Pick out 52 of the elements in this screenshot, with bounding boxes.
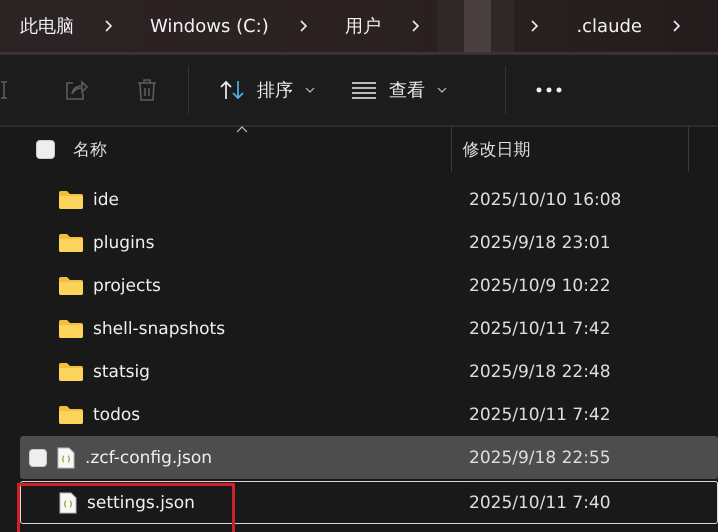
chevron-right-icon[interactable] (298, 19, 308, 33)
folder-icon (59, 320, 83, 338)
file-row[interactable]: plugins 2025/9/18 23:01 (20, 221, 718, 264)
file-name: projects (93, 276, 161, 296)
file-name: .zcf-config.json (85, 448, 212, 468)
chevron-right-icon[interactable] (410, 19, 420, 33)
folder-icon (59, 276, 83, 294)
date-cell: 2025/10/11 7:42 (469, 318, 611, 338)
folder-icon (59, 406, 83, 424)
column-header[interactable]: 名称 (73, 138, 107, 161)
lines-icon (351, 81, 377, 99)
date-cell: 2025/10/10 16:08 (469, 190, 622, 210)
file-row[interactable]: settings.json 2025/10/11 7:40 (20, 481, 718, 524)
date-cell: 2025/10/11 7:40 (469, 492, 611, 512)
file-name: shell-snapshots (93, 318, 226, 338)
column-header[interactable]: 修改日期 (462, 138, 530, 161)
folder-icon (59, 190, 83, 208)
breadcrumb-item[interactable]: 用户 (344, 14, 381, 38)
sort-icon (219, 79, 245, 101)
date-cell: 2025/9/18 23:01 (469, 232, 611, 252)
file-row[interactable]: statsig 2025/9/18 22:48 (20, 350, 718, 393)
breadcrumb-item[interactable]: Windows (C:) (150, 16, 269, 36)
chevron-right-icon[interactable] (104, 19, 113, 33)
file-row[interactable]: projects 2025/10/9 10:22 (20, 264, 718, 307)
folder-icon (59, 362, 83, 380)
date-cell: 2025/10/9 10:22 (469, 276, 611, 296)
file-row[interactable]: .zcf-config.json 2025/9/18 22:55 (20, 436, 718, 479)
caret-icon (305, 87, 315, 93)
folder-icon (59, 234, 83, 252)
file-row[interactable]: ide 2025/10/10 16:08 (20, 178, 718, 221)
file-name: plugins (93, 232, 154, 252)
breadcrumb-item[interactable]: .claude (576, 16, 642, 36)
select-all-checkbox[interactable] (36, 140, 55, 159)
chevron-right-icon[interactable] (530, 19, 540, 33)
file-name: statsig (93, 362, 150, 382)
row-checkbox[interactable] (29, 448, 47, 466)
file-row[interactable]: todos 2025/10/11 7:42 (20, 393, 718, 436)
file-name: todos (93, 404, 140, 424)
sort-button[interactable]: 排序 (211, 72, 323, 108)
chevron-right-icon[interactable] (672, 19, 681, 33)
view-button[interactable]: 查看 (343, 72, 455, 108)
date-cell: 2025/9/18 22:48 (469, 362, 611, 382)
json-file-icon (59, 492, 77, 514)
more-icon[interactable] (536, 87, 562, 93)
caret-icon (437, 87, 447, 93)
file-name: ide (93, 190, 119, 210)
date-cell: 2025/10/11 7:42 (469, 404, 611, 424)
breadcrumb-item[interactable]: 此电脑 (20, 14, 74, 38)
file-name: settings.json (87, 492, 195, 512)
json-file-icon (57, 446, 75, 468)
date-cell: 2025/9/18 22:55 (469, 448, 611, 468)
file-row[interactable]: shell-snapshots 2025/10/11 7:42 (20, 307, 718, 350)
